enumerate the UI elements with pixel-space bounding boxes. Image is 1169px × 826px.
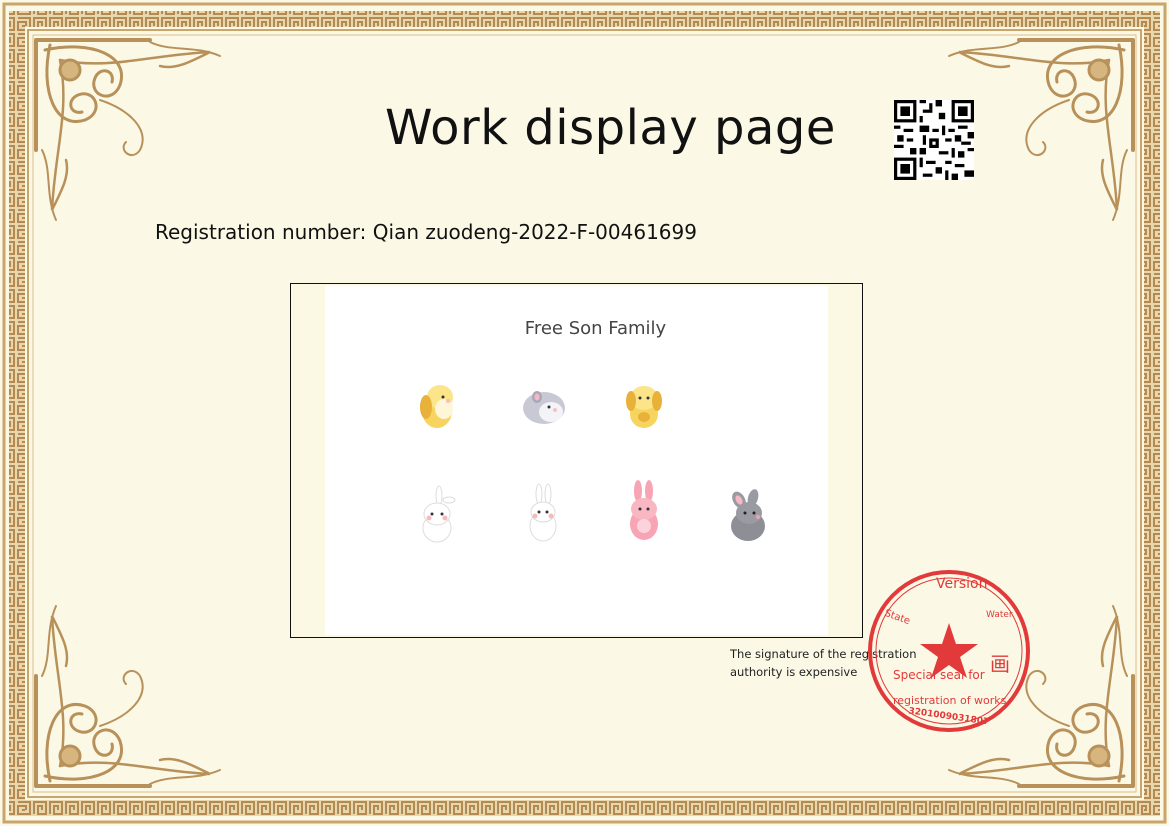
qr-code-icon — [894, 100, 974, 180]
registration-number: Registration number: Qian zuodeng-2022-F… — [155, 220, 697, 244]
yellow-puppy-sitting-icon — [626, 386, 662, 428]
seal-line-2: registration of works — [893, 694, 1007, 707]
white-bunny-standing-icon — [529, 483, 557, 542]
pink-bunny-icon — [630, 480, 658, 540]
grey-bunny-icon — [731, 489, 765, 541]
artwork-paper: Free Son Family — [325, 286, 828, 635]
artwork-frame: Free Son Family — [290, 283, 863, 638]
yellow-puppy-icon — [420, 385, 453, 428]
artwork-title: Free Son Family — [524, 318, 667, 339]
certificate-page: Work display page Registration number: Q… — [0, 0, 1169, 826]
seal-top-text: Version — [936, 576, 988, 592]
white-bunny-icon — [422, 485, 456, 543]
official-seal: Version State Water 画 Special seal for r… — [866, 568, 1032, 734]
seal-line-1: Special seal for — [893, 668, 985, 682]
grey-hamster-icon — [523, 391, 565, 424]
page-title: Work display page — [385, 100, 836, 156]
seal-right-text: Water — [986, 610, 1013, 620]
seal-char: 画 — [990, 652, 1010, 676]
